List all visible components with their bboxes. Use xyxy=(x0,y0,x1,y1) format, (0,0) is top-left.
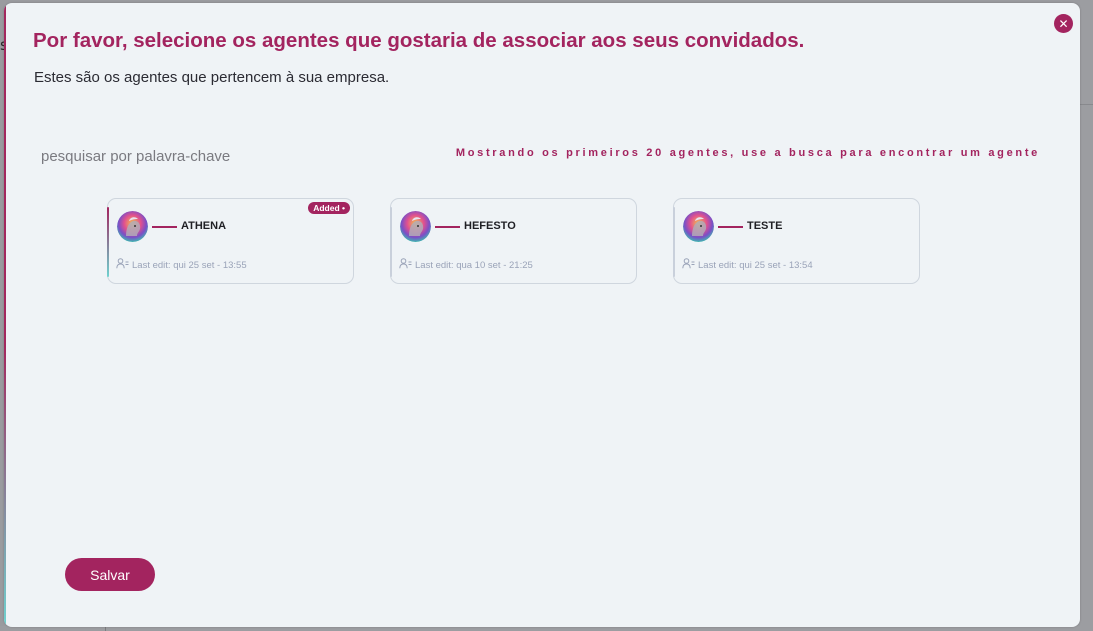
modal-subtitle: Estes são os agentes que pertencem à sua… xyxy=(34,69,390,86)
agent-name: ATHENA xyxy=(181,220,227,232)
showing-count-note: Mostrando os primeiros 20 agentes, use a… xyxy=(455,147,1040,159)
background-divider xyxy=(1080,104,1093,105)
agent-last-edit: Last edit: qui 25 set - 13:55 xyxy=(116,258,247,272)
agent-name: HEFESTO xyxy=(464,220,516,232)
save-button[interactable]: Salvar xyxy=(65,558,155,591)
users-icon xyxy=(682,258,695,272)
modal-title: Por favor, selecione os agentes que gost… xyxy=(33,29,805,52)
added-badge: Added • xyxy=(308,202,350,214)
agent-name-dash xyxy=(152,226,177,228)
agent-name-dash xyxy=(435,226,460,228)
agent-selection-modal: ✕ Por favor, selecione os agentes que go… xyxy=(4,3,1080,627)
agent-card-hefesto[interactable]: HEFESTO Last edit: qua 10 set - 21:25 xyxy=(390,198,637,284)
background-panel-edge xyxy=(1080,0,1093,631)
last-edit-text: Last edit: qui 25 set - 13:55 xyxy=(132,259,247,271)
agent-card-athena[interactable]: ATHENA Added • Last edit: qui 25 set - 1… xyxy=(107,198,354,284)
last-edit-text: Last edit: qua 10 set - 21:25 xyxy=(415,259,533,271)
card-accent-edge xyxy=(107,207,109,277)
users-icon xyxy=(116,258,129,272)
card-accent-edge xyxy=(673,207,675,277)
agent-card-teste[interactable]: TESTE Last edit: qui 25 set - 13:54 xyxy=(673,198,920,284)
agent-avatar xyxy=(117,211,148,242)
close-icon[interactable]: ✕ xyxy=(1054,14,1073,33)
agent-avatar xyxy=(683,211,714,242)
agent-name-dash xyxy=(718,226,743,228)
agent-avatar xyxy=(400,211,431,242)
agent-last-edit: Last edit: qui 25 set - 13:54 xyxy=(682,258,813,272)
users-icon xyxy=(399,258,412,272)
search-input[interactable] xyxy=(37,143,345,169)
agent-last-edit: Last edit: qua 10 set - 21:25 xyxy=(399,258,533,272)
card-accent-edge xyxy=(390,207,392,277)
agent-name: TESTE xyxy=(747,220,783,232)
last-edit-text: Last edit: qui 25 set - 13:54 xyxy=(698,259,813,271)
modal-accent-bar xyxy=(4,3,6,627)
